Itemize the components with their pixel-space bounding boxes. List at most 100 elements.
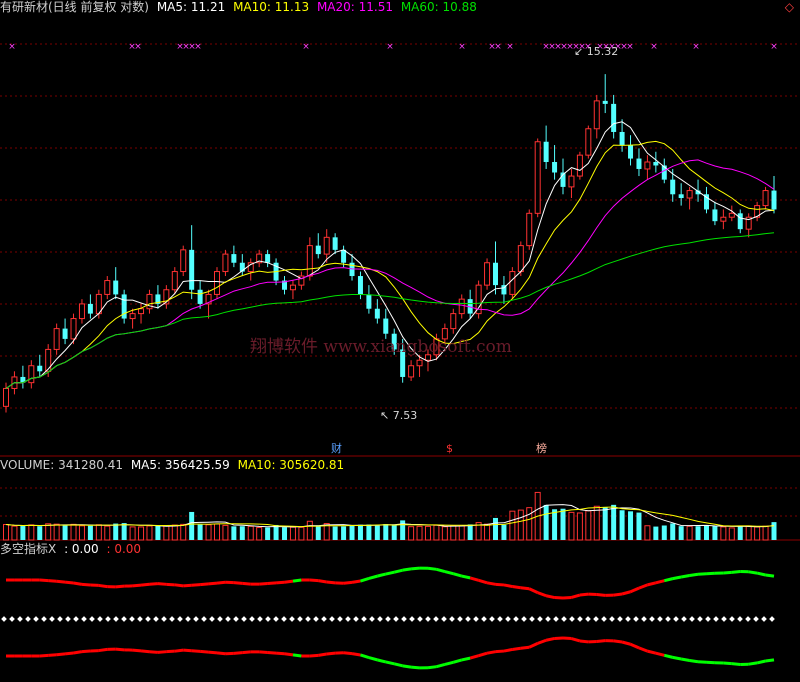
candle[interactable] — [458, 294, 465, 319]
candle[interactable] — [526, 209, 533, 250]
volume-bar[interactable] — [374, 525, 380, 540]
candle[interactable] — [408, 360, 415, 381]
volume-bar[interactable] — [424, 525, 431, 541]
volume-bar[interactable] — [231, 526, 237, 540]
candle[interactable] — [62, 318, 68, 345]
volume-bar[interactable] — [509, 510, 516, 541]
volume-bar[interactable] — [400, 520, 406, 540]
candle[interactable] — [197, 280, 203, 309]
candle[interactable] — [653, 151, 659, 173]
volume-bar[interactable] — [332, 526, 338, 540]
volume-bar[interactable] — [37, 526, 43, 540]
volume-bar[interactable] — [526, 507, 533, 541]
volume-bar[interactable] — [728, 527, 735, 541]
candle[interactable] — [374, 299, 380, 324]
candle[interactable] — [509, 267, 516, 300]
candle[interactable] — [543, 125, 549, 169]
candle[interactable] — [205, 289, 212, 319]
volume-bar[interactable] — [256, 527, 263, 541]
candle[interactable] — [552, 145, 558, 180]
candle[interactable] — [728, 205, 735, 222]
candle[interactable] — [113, 267, 119, 300]
candle[interactable] — [213, 267, 220, 300]
candle[interactable] — [366, 285, 372, 314]
volume-bar[interactable] — [273, 524, 279, 540]
candle[interactable] — [315, 233, 321, 259]
candle[interactable] — [492, 241, 498, 295]
volume-bar[interactable] — [239, 526, 245, 540]
volume-bar[interactable] — [408, 526, 415, 541]
volume-bar[interactable] — [282, 527, 288, 540]
volume-bar[interactable] — [265, 527, 271, 540]
volume-bar[interactable] — [155, 525, 161, 540]
candle[interactable] — [467, 289, 473, 319]
candle[interactable] — [568, 168, 575, 199]
volume-bar[interactable] — [433, 524, 440, 541]
candle[interactable] — [78, 299, 85, 324]
volume-bar[interactable] — [45, 523, 52, 541]
candle[interactable] — [289, 280, 296, 300]
candle[interactable] — [298, 271, 305, 290]
volume-bar[interactable] — [180, 523, 187, 541]
candle[interactable] — [762, 186, 769, 210]
volume-bar[interactable] — [771, 522, 777, 540]
candle[interactable] — [745, 213, 752, 238]
volume-bar[interactable] — [670, 523, 676, 540]
candle[interactable] — [644, 155, 651, 180]
candle[interactable] — [450, 308, 457, 334]
candle[interactable] — [501, 276, 507, 304]
volume-bar[interactable] — [686, 525, 693, 541]
candle[interactable] — [771, 176, 777, 214]
candle[interactable] — [720, 209, 727, 230]
volume-bar[interactable] — [416, 525, 423, 541]
volume-bar[interactable] — [222, 524, 229, 541]
candle[interactable] — [247, 258, 254, 281]
finance-marker[interactable]: 财 — [331, 442, 342, 455]
candle[interactable] — [619, 119, 625, 152]
volume-bar[interactable] — [467, 524, 473, 540]
rank-marker[interactable]: 榜 — [536, 442, 547, 455]
volume-bar[interactable] — [484, 523, 491, 541]
volume-bar[interactable] — [121, 523, 127, 540]
volume-bar[interactable] — [104, 525, 111, 541]
candles[interactable] — [3, 74, 777, 413]
volume-bar[interactable] — [501, 524, 507, 540]
candle[interactable] — [602, 74, 608, 114]
volume-bar[interactable] — [560, 508, 566, 540]
volume-bar[interactable] — [87, 525, 93, 540]
volume-bar[interactable] — [745, 525, 752, 541]
volume-bar[interactable] — [576, 512, 583, 541]
candle[interactable] — [636, 148, 642, 177]
candle[interactable] — [712, 201, 718, 226]
candle[interactable] — [332, 233, 338, 255]
candle[interactable] — [53, 323, 60, 355]
volume-bar[interactable] — [213, 523, 220, 541]
volume-bar[interactable] — [602, 507, 608, 540]
candle[interactable] — [686, 186, 693, 210]
candle[interactable] — [222, 249, 229, 277]
volume-bar[interactable] — [653, 526, 659, 540]
volume-bar[interactable] — [298, 526, 305, 541]
dividend-marker[interactable]: $ — [446, 442, 453, 455]
volume-bar[interactable] — [517, 509, 524, 541]
volume-bar[interactable] — [712, 525, 718, 540]
volume-bar[interactable] — [129, 526, 136, 541]
volume-bar[interactable] — [171, 524, 178, 541]
volume-bar[interactable] — [20, 526, 26, 540]
volume-bar[interactable] — [737, 525, 743, 540]
volume-bar[interactable] — [78, 525, 85, 541]
close-icon[interactable]: ◇ — [785, 0, 794, 14]
volume-bar[interactable] — [3, 523, 9, 541]
candle[interactable] — [737, 209, 743, 234]
volume-bar[interactable] — [53, 523, 60, 541]
volume-bar[interactable] — [585, 510, 592, 541]
volume-bar[interactable] — [366, 524, 372, 540]
volume-bar[interactable] — [762, 525, 769, 541]
candle[interactable] — [484, 258, 491, 290]
candle[interactable] — [129, 308, 136, 329]
candle[interactable] — [628, 135, 634, 166]
candle[interactable] — [703, 186, 709, 214]
volume-bar[interactable] — [113, 523, 119, 540]
candle[interactable] — [611, 94, 617, 139]
volume-bar[interactable] — [636, 512, 642, 540]
